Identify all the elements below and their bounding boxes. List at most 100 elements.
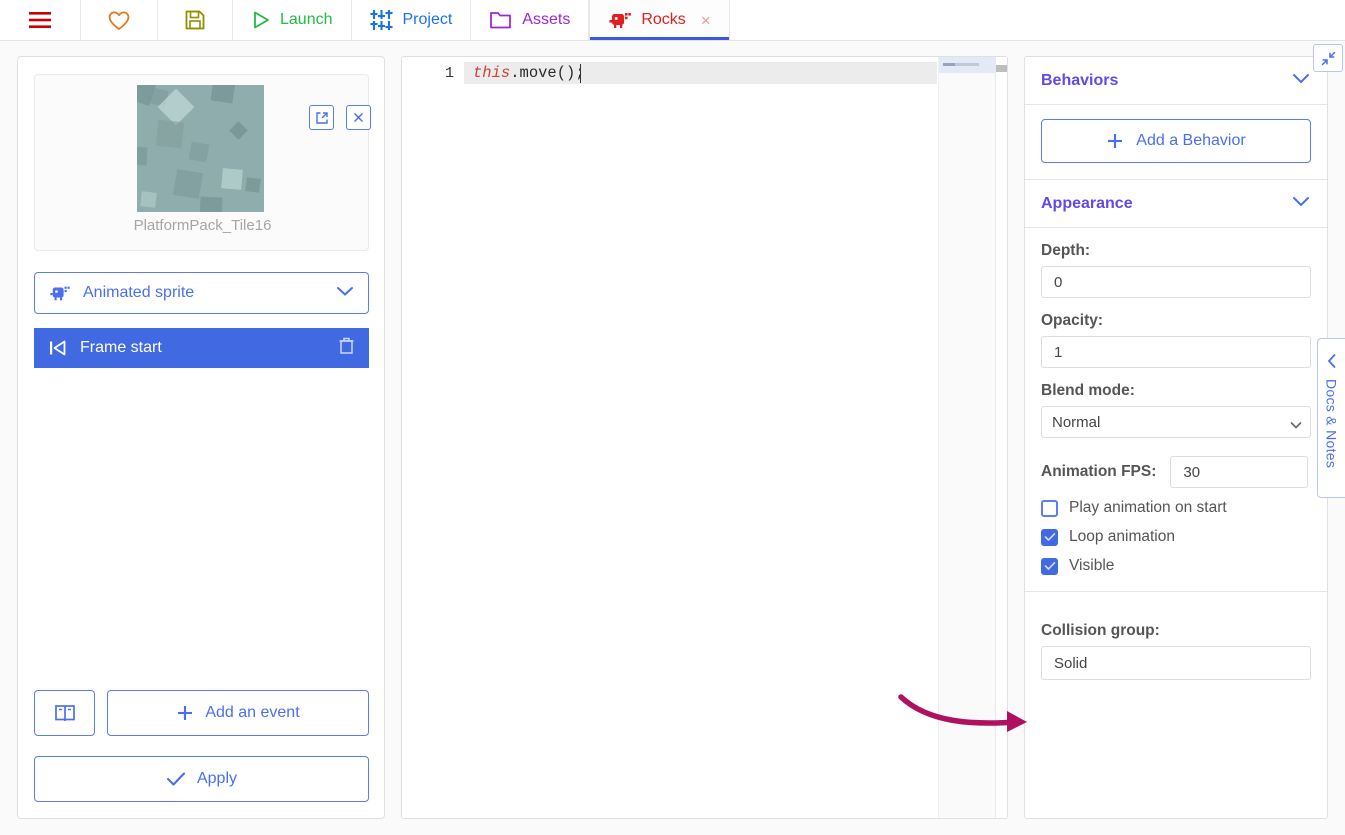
line-number: 1 [444,65,454,82]
skip-back-icon [50,340,66,356]
apply-label: Apply [196,770,238,787]
play-triangle-icon [254,11,269,29]
properties-panel: Behaviors Add a Behavior Appearance Dept… [1024,56,1328,819]
play-animation-on-start-checkbox[interactable] [1041,499,1058,517]
plus-icon [178,706,193,720]
animation-fps-label: Animation FPS: [1041,463,1157,480]
play-animation-on-start-label: Play animation on start [1069,499,1227,516]
launch-button[interactable]: Launch [233,0,352,40]
editor-scrollbar-thumb[interactable] [996,65,1007,72]
toolbar-divider [0,40,1345,41]
launch-label: Launch [280,11,333,28]
appearance-body: Depth: Opacity: Blend mode: Normal Anima… [1025,228,1327,591]
section-header-behaviors[interactable]: Behaviors [1025,57,1327,105]
heart-icon [108,11,130,30]
animation-fps-row: Animation FPS: [1041,456,1311,488]
assets-label: Assets [522,11,571,28]
favorite-button[interactable] [81,0,158,40]
plus-icon [1108,134,1123,148]
minimap-code-keyword [943,63,955,66]
sprite-preview-card: PlatformPack_Tile16 [34,74,371,251]
save-button[interactable] [158,0,233,40]
check-icon [1044,532,1055,541]
external-link-icon [315,111,328,124]
chevron-down-icon[interactable] [1291,72,1311,90]
remove-sprite-button[interactable] [346,105,371,130]
loop-animation-label: Loop animation [1069,528,1175,545]
add-behavior-button[interactable]: Add a Behavior [1041,119,1311,163]
sliders-icon [369,9,393,31]
visible-checkbox[interactable] [1041,557,1058,575]
sprite-name-label: PlatformPack_Tile16 [133,217,272,234]
object-type-label: Animated sprite [83,284,195,301]
docs-notes-label: Docs & Notes [1323,379,1340,469]
check-icon [1044,561,1055,570]
visible-label: Visible [1069,557,1115,574]
animation-fps-input[interactable] [1170,456,1309,488]
appearance-title: Appearance [1041,194,1133,212]
project-label: Project [402,11,453,28]
behaviors-body: Add a Behavior [1025,105,1327,179]
opacity-label: Opacity: [1041,312,1104,329]
text-caret [580,64,581,83]
code-line[interactable]: this.move(); [473,64,585,82]
opacity-input[interactable] [1041,336,1311,368]
editor-minimap[interactable] [938,57,996,818]
code-keyword: this [473,64,511,82]
chevron-down-icon [336,284,354,302]
assets-button[interactable]: Assets [471,0,590,40]
section-header-appearance[interactable]: Appearance [1025,180,1327,228]
book-icon [54,705,75,721]
checkbox-row-play-on-start[interactable]: Play animation on start [1041,499,1311,517]
checkbox-row-visible[interactable]: Visible [1041,557,1311,575]
menu-button[interactable] [0,0,81,40]
sprite-object-icon [609,13,632,28]
open-sprite-button[interactable] [309,105,334,130]
blend-mode-label: Blend mode: [1041,382,1135,399]
event-item-frame-start[interactable]: Frame start [34,328,369,368]
behaviors-title: Behaviors [1041,71,1119,89]
add-event-label: Add an event [205,704,300,721]
hamburger-menu-icon [29,12,51,28]
add-behavior-label: Add a Behavior [1136,132,1246,149]
folder-icon [490,12,512,29]
close-icon[interactable]: × [701,12,711,29]
collapse-diagonal-icon [1321,51,1335,65]
blend-mode-wrapper: Normal [1041,406,1311,438]
rocks-tab-label: Rocks [641,11,686,28]
checkbox-row-loop-animation[interactable]: Loop animation [1041,528,1311,546]
collision-group-label: Collision group: [1041,622,1160,639]
sprite-object-icon [50,286,70,301]
event-label: Frame start [80,339,162,356]
close-x-icon [354,113,363,122]
code-rest: .move(); [510,64,585,82]
floppy-save-icon [185,10,205,30]
object-type-dropdown[interactable]: Animated sprite [34,272,369,314]
project-button[interactable]: Project [351,0,472,40]
collapse-panel-button[interactable] [1313,44,1343,72]
event-actions-row: Add an event [34,690,369,736]
editor-gutter: 1 [402,57,464,818]
app-root: Launch Project Assets Rocks × PlatformPa… [0,0,1345,835]
chevron-left-icon [1327,354,1335,368]
chevron-down-icon[interactable] [1291,195,1311,213]
add-event-button[interactable]: Add an event [107,690,369,736]
open-docs-button[interactable] [34,690,95,736]
depth-input[interactable] [1041,266,1311,298]
depth-label: Depth: [1041,242,1091,259]
code-editor[interactable]: 1 this.move(); [401,56,1008,819]
blend-mode-select[interactable]: Normal [1041,406,1311,438]
main-toolbar: Launch Project Assets Rocks × [0,0,1345,40]
check-icon [166,772,186,786]
docs-notes-tab[interactable]: Docs & Notes [1317,338,1345,498]
loop-animation-checkbox[interactable] [1041,528,1058,546]
tab-rocks[interactable]: Rocks × [589,0,730,40]
sprite-thumbnail[interactable] [137,85,264,212]
object-editor-panel: PlatformPack_Tile16 Animated sprite Fram… [17,56,385,819]
editor-scrollbar[interactable] [995,57,1007,818]
collision-body: Collision group: [1025,592,1327,696]
trash-icon[interactable] [338,336,355,360]
apply-button[interactable]: Apply [34,756,369,802]
collision-group-input[interactable] [1041,646,1311,680]
